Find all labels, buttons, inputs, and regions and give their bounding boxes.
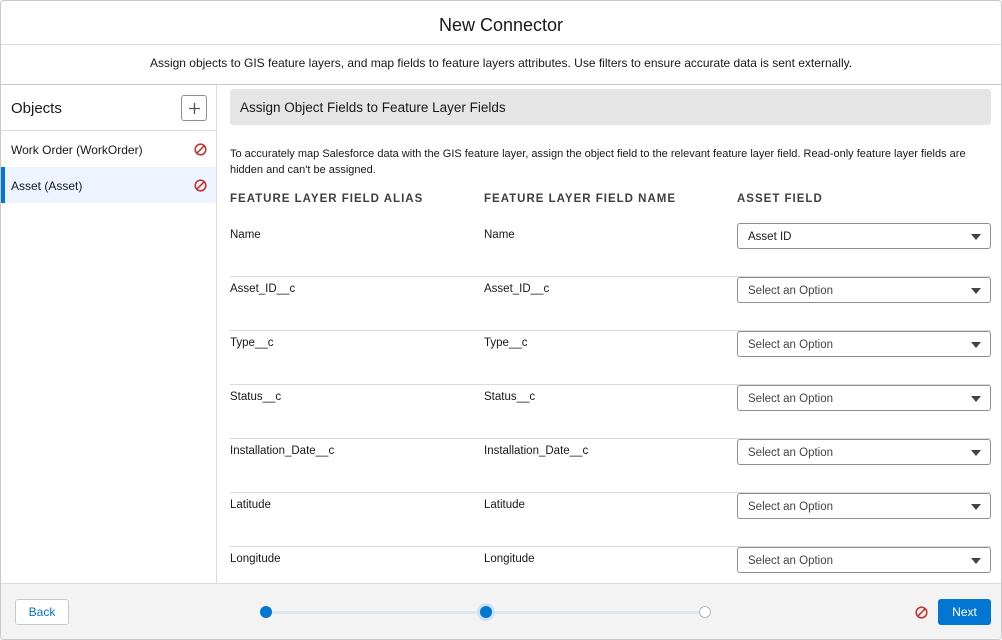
chevron-down-icon — [971, 234, 981, 240]
column-header-asset-field: ASSET FIELD — [737, 193, 823, 205]
sidebar-item-label: Asset (Asset) — [11, 179, 83, 193]
chevron-down-icon — [971, 342, 981, 348]
modal-title: New Connector — [438, 15, 564, 35]
mapping-row: Longitude Longitude Select an Option — [230, 547, 991, 583]
field-alias: Name — [230, 229, 261, 241]
select-value: Asset ID — [748, 231, 792, 243]
asset-field-select[interactable]: Asset ID — [737, 223, 991, 249]
mapping-row: Name Name Asset ID — [230, 223, 991, 277]
sidebar-item-label: Work Order (WorkOrder) — [11, 143, 143, 157]
asset-field-select[interactable]: Select an Option — [737, 493, 991, 519]
plus-icon — [188, 102, 200, 114]
field-alias: Asset_ID__c — [230, 283, 296, 295]
modal-footer: Back Next — [1, 583, 1001, 639]
sidebar-item-asset[interactable]: Asset (Asset) — [1, 167, 216, 203]
column-header-name: FEATURE LAYER FIELD NAME — [484, 193, 677, 205]
select-placeholder: Select an Option — [748, 339, 834, 351]
modal-description: Assign objects to GIS feature layers, an… — [1, 45, 1001, 85]
field-alias: Status__c — [230, 391, 282, 403]
select-placeholder: Select an Option — [748, 555, 834, 567]
modal-header: New Connector — [1, 1, 1001, 45]
ban-icon[interactable] — [915, 606, 928, 619]
field-name: Longitude — [484, 553, 535, 565]
sidebar-item-work-order[interactable]: Work Order (WorkOrder) — [1, 131, 216, 167]
select-placeholder: Select an Option — [748, 393, 834, 405]
back-button[interactable]: Back — [15, 599, 69, 625]
field-name: Asset_ID__c — [484, 283, 550, 295]
progress-step-3 — [699, 606, 711, 618]
asset-field-select[interactable]: Select an Option — [737, 277, 991, 303]
select-placeholder: Select an Option — [748, 501, 834, 513]
field-name: Status__c — [484, 391, 536, 403]
mapping-row: Type__c Type__c Select an Option — [230, 331, 991, 385]
chevron-down-icon — [971, 396, 981, 402]
column-header-alias: FEATURE LAYER FIELD ALIAS — [230, 193, 424, 205]
progress-step-1 — [260, 606, 272, 618]
field-mapping-panel: Assign Object Fields to Feature Layer Fi… — [217, 85, 1001, 583]
objects-sidebar: Objects Work Order (WorkOrder) Asset (As… — [1, 85, 217, 583]
mapping-row: Asset_ID__c Asset_ID__c Select an Option — [230, 277, 991, 331]
field-alias: Installation_Date__c — [230, 445, 335, 457]
chevron-down-icon — [971, 558, 981, 564]
mapping-row: Status__c Status__c Select an Option — [230, 385, 991, 439]
progress-step-2 — [480, 606, 492, 618]
new-connector-modal: New Connector Assign objects to GIS feat… — [0, 0, 1002, 640]
select-placeholder: Select an Option — [748, 285, 834, 297]
chevron-down-icon — [971, 450, 981, 456]
asset-field-select[interactable]: Select an Option — [737, 331, 991, 357]
field-alias: Type__c — [230, 337, 274, 349]
asset-field-select[interactable]: Select an Option — [737, 547, 991, 573]
objects-sidebar-header: Objects — [1, 85, 216, 131]
asset-field-select[interactable]: Select an Option — [737, 385, 991, 411]
field-alias: Longitude — [230, 553, 281, 565]
ban-icon[interactable] — [194, 179, 207, 192]
mapping-row: Latitude Latitude Select an Option — [230, 493, 991, 547]
chevron-down-icon — [971, 288, 981, 294]
section-title: Assign Object Fields to Feature Layer Fi… — [240, 100, 506, 115]
chevron-down-icon — [971, 504, 981, 510]
field-name: Type__c — [484, 337, 528, 349]
field-alias: Latitude — [230, 499, 271, 511]
field-name: Latitude — [484, 499, 525, 511]
next-button[interactable]: Next — [938, 599, 991, 625]
help-text: To accurately map Salesforce data with t… — [230, 148, 966, 176]
add-object-button[interactable] — [181, 95, 207, 121]
field-name: Installation_Date__c — [484, 445, 589, 457]
select-placeholder: Select an Option — [748, 447, 834, 459]
mapping-row: Installation_Date__c Installation_Date__… — [230, 439, 991, 493]
objects-title: Objects — [11, 100, 62, 117]
section-header: Assign Object Fields to Feature Layer Fi… — [230, 89, 991, 125]
asset-field-select[interactable]: Select an Option — [737, 439, 991, 465]
ban-icon[interactable] — [194, 143, 207, 156]
field-name: Name — [484, 229, 515, 241]
